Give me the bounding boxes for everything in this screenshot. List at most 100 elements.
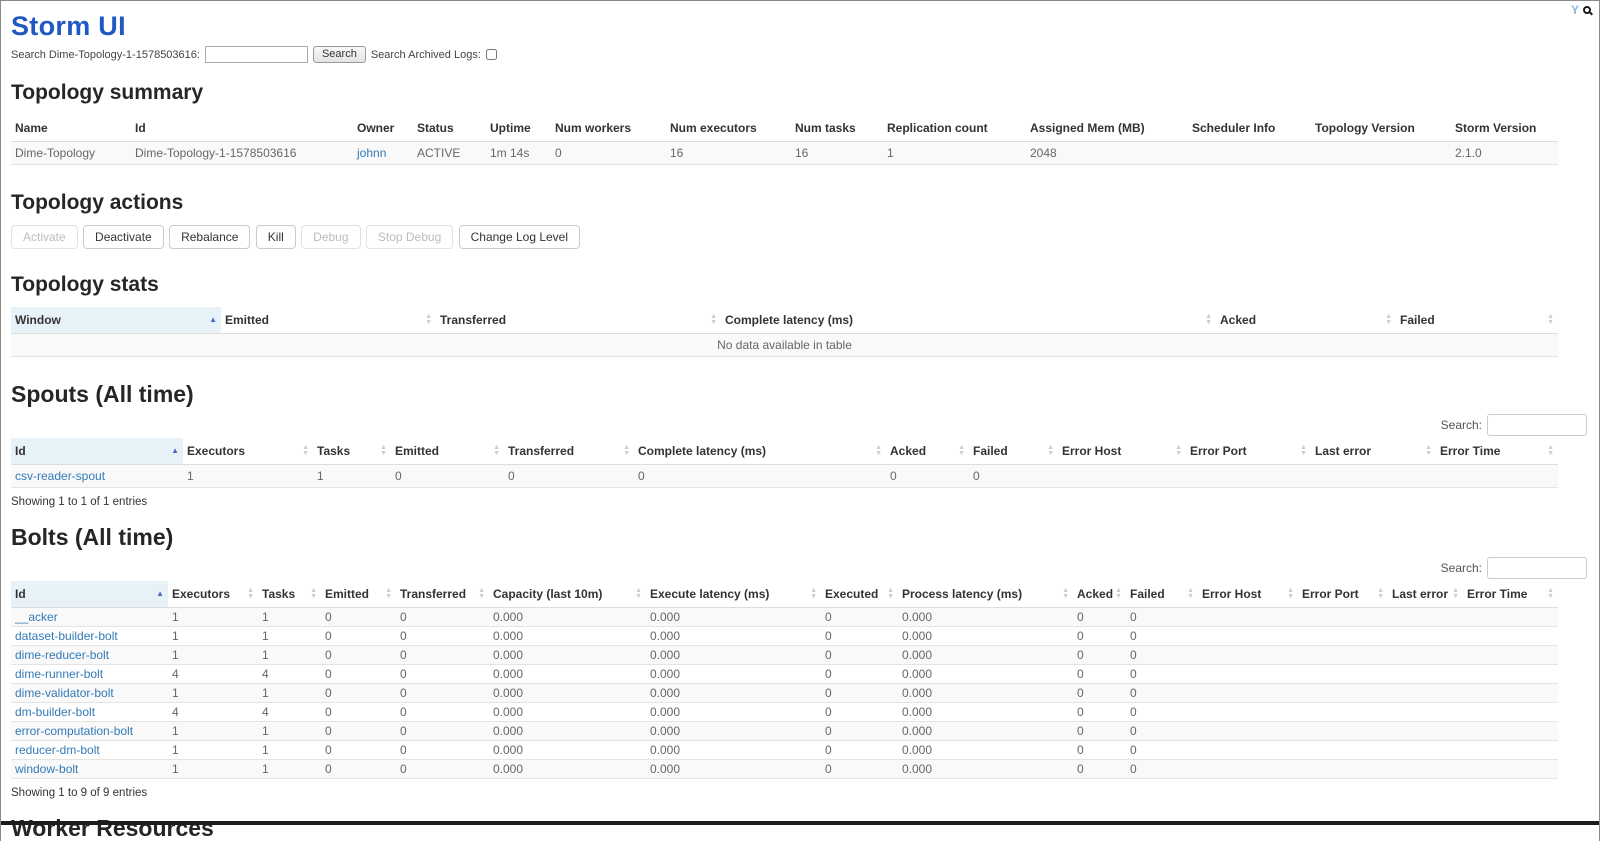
column-header-process-latency[interactable]: Process latency (ms) [898, 581, 1073, 608]
column-header-error-host[interactable]: Error Host [1198, 581, 1298, 608]
sort-icon [623, 445, 630, 457]
column-header-capacity[interactable]: Capacity (last 10m) [489, 581, 646, 608]
column-header-id[interactable]: Id [11, 581, 168, 608]
topology-stats-table: Window Emitted Transferred Complete late… [11, 307, 1558, 357]
table-cell: 0.000 [489, 683, 646, 703]
column-header-execute-latency[interactable]: Execute latency (ms) [646, 581, 821, 608]
topology-summary-table: Name Id Owner Status Uptime Num workers … [11, 115, 1558, 165]
num-workers-cell: 0 [551, 141, 666, 165]
column-header-emitted[interactable]: Emitted [321, 581, 396, 608]
search-icon[interactable] [1583, 6, 1591, 14]
column-header-executors[interactable]: Executors [183, 438, 313, 465]
deactivate-button[interactable]: Deactivate [83, 225, 164, 249]
table-cell: 0 [396, 759, 489, 779]
column-header-acked[interactable]: Acked [886, 438, 969, 465]
column-header-name: Name [11, 115, 131, 142]
table-cell: 0 [1073, 664, 1126, 684]
kill-button[interactable]: Kill [255, 225, 296, 249]
assigned-mem-cell: 2048 [1026, 141, 1188, 165]
owner-link[interactable]: johnn [357, 146, 386, 160]
column-header-last-error[interactable]: Last error [1388, 581, 1463, 608]
column-header-emitted[interactable]: Emitted [391, 438, 504, 465]
sort-icon [247, 588, 254, 600]
table-cell [1298, 759, 1388, 779]
search-input[interactable] [204, 46, 308, 63]
cell-link[interactable]: csv-reader-spout [15, 469, 105, 483]
rebalance-button[interactable]: Rebalance [169, 225, 251, 249]
sort-icon [385, 588, 392, 600]
column-header-transferred[interactable]: Transferred [436, 307, 721, 334]
spouts-search-input[interactable] [1487, 414, 1587, 436]
table-cell: 0.000 [489, 664, 646, 684]
cell-link[interactable]: dataset-builder-bolt [15, 629, 118, 643]
table-cell: 4 [258, 664, 321, 684]
column-header-error-time[interactable]: Error Time [1463, 581, 1558, 608]
table-cell [1198, 626, 1298, 646]
topology-actions-toolbar: Activate Deactivate Rebalance Kill Debug… [11, 225, 1589, 249]
column-header-complete-latency[interactable]: Complete latency (ms) [634, 438, 886, 465]
column-header-failed[interactable]: Failed [1396, 307, 1558, 334]
column-header-window[interactable]: Window [11, 307, 221, 334]
column-header-error-host[interactable]: Error Host [1058, 438, 1186, 465]
column-header-id[interactable]: Id [11, 438, 183, 465]
cell-link[interactable]: dm-builder-bolt [15, 705, 95, 719]
column-header-executed[interactable]: Executed [821, 581, 898, 608]
filter-icon[interactable]: Y [1571, 4, 1579, 16]
table-cell [1463, 645, 1558, 665]
cell-link[interactable]: __acker [15, 610, 58, 624]
column-header-acked[interactable]: Acked [1216, 307, 1396, 334]
table-cell: 0 [821, 645, 898, 665]
table-cell: 1 [168, 626, 258, 646]
sort-icon [1175, 445, 1182, 457]
cell-link[interactable]: dime-reducer-bolt [15, 648, 109, 662]
sort-icon [1377, 588, 1384, 600]
column-header-failed[interactable]: Failed [969, 438, 1058, 465]
search-button[interactable]: Search [312, 46, 366, 63]
column-header-failed[interactable]: Failed [1126, 581, 1198, 608]
table-cell: 0.000 [646, 607, 821, 627]
bolts-table-footer: Showing 1 to 9 of 9 entries [11, 787, 148, 799]
column-header-executors[interactable]: Executors [168, 581, 258, 608]
cell-link[interactable]: reducer-dm-bolt [15, 743, 100, 757]
cell-link[interactable]: window-bolt [15, 762, 78, 776]
column-header-error-port[interactable]: Error Port [1298, 581, 1388, 608]
table-cell [1298, 683, 1388, 703]
column-header-error-port[interactable]: Error Port [1186, 438, 1311, 465]
empty-row: No data available in table [11, 333, 1558, 357]
page-title[interactable]: Storm UI [11, 11, 1589, 42]
search-label: Search Dime-Topology-1-1578503616: [11, 48, 200, 61]
column-header-label: Executed [825, 587, 879, 601]
table-cell: 0 [1126, 645, 1198, 665]
table-cell [1388, 721, 1463, 741]
bolts-search-input[interactable] [1487, 557, 1587, 579]
search-archived-checkbox[interactable] [485, 49, 497, 60]
table-row: __acker 1 1 0 0 0.000 0.000 0 0.000 0 0 [11, 607, 1558, 627]
stop-debug-button: Stop Debug [365, 225, 454, 249]
topology-stats-heading: Topology stats [11, 273, 159, 296]
table-cell: 0 [321, 607, 396, 627]
sort-icon [1547, 445, 1554, 457]
column-header-topology-version: Topology Version [1311, 115, 1451, 142]
replication-count-cell: 1 [883, 141, 1026, 165]
change-log-level-button[interactable]: Change Log Level [458, 225, 581, 249]
cell-link[interactable]: dime-validator-bolt [15, 686, 114, 700]
table-cell [1058, 464, 1186, 488]
column-header-acked[interactable]: Acked [1073, 581, 1126, 608]
column-header-tasks[interactable]: Tasks [258, 581, 321, 608]
column-header-complete-latency[interactable]: Complete latency (ms) [721, 307, 1216, 334]
column-header-last-error[interactable]: Last error [1311, 438, 1436, 465]
column-header-transferred[interactable]: Transferred [396, 581, 489, 608]
cell-link[interactable]: dime-runner-bolt [15, 667, 103, 681]
table-cell [1463, 721, 1558, 741]
table-row: dm-builder-bolt 4 4 0 0 0.000 0.000 0 0.000 0 0 [11, 702, 1558, 722]
bolts-search-area: Search: [11, 557, 1587, 579]
column-header-tasks[interactable]: Tasks [313, 438, 391, 465]
table-cell: 0 [821, 740, 898, 760]
column-header-transferred[interactable]: Transferred [504, 438, 634, 465]
column-header-emitted[interactable]: Emitted [221, 307, 436, 334]
table-cell: 0 [886, 464, 969, 488]
table-cell: dime-runner-bolt [11, 664, 168, 684]
cell-link[interactable]: error-computation-bolt [15, 724, 133, 738]
column-header-error-time[interactable]: Error Time [1436, 438, 1558, 465]
topology-summary-row: Dime-Topology Dime-Topology-1-1578503616… [11, 141, 1558, 165]
